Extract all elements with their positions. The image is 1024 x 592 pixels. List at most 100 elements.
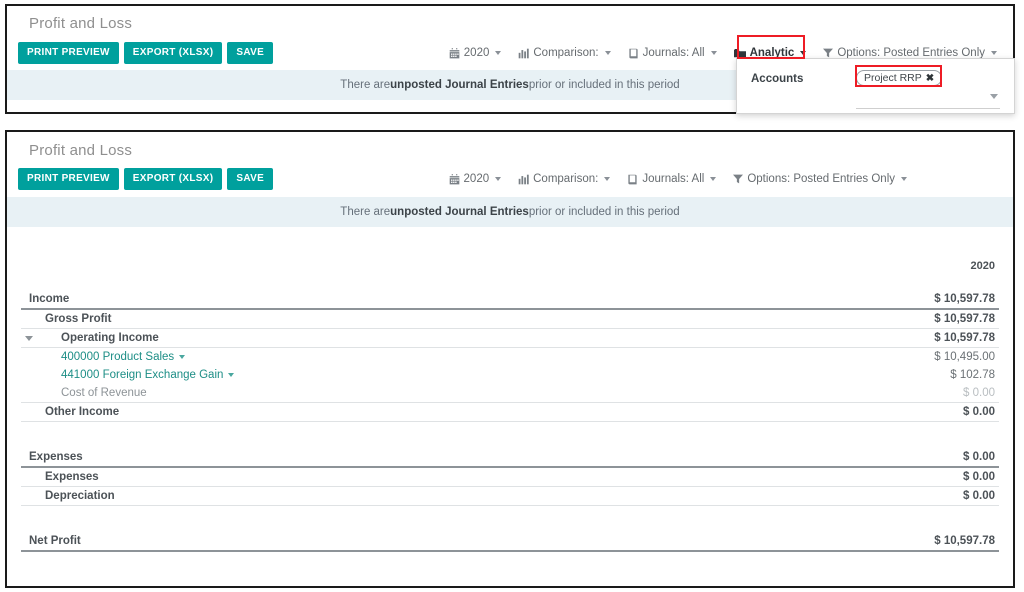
row-value: $ 10,597.78 bbox=[934, 535, 995, 547]
filter-options-label-bottom: Options: Posted Entries Only bbox=[747, 173, 895, 185]
filter-journals[interactable]: Journals: All bbox=[626, 46, 719, 60]
export-xlsx-button-bottom[interactable]: EXPORT (XLSX) bbox=[123, 168, 223, 190]
calendar-icon bbox=[449, 173, 460, 185]
book-icon bbox=[627, 174, 638, 185]
save-button-bottom[interactable]: SAVE bbox=[227, 168, 274, 190]
row-value: $ 10,597.78 bbox=[934, 332, 995, 344]
chevron-down-icon bbox=[495, 51, 502, 55]
chevron-down-icon bbox=[495, 177, 502, 181]
row-value: $ 0.00 bbox=[963, 406, 995, 418]
row-label: Other Income bbox=[45, 406, 120, 418]
analytic-accounts-field[interactable]: Project RRP ✖ bbox=[856, 70, 1000, 109]
row-value: $ 10,495.00 bbox=[934, 351, 995, 363]
chevron-down-icon bbox=[901, 177, 907, 181]
screenshot-stage: Profit and Loss PRINT PREVIEW EXPORT (XL… bbox=[0, 0, 1024, 592]
chevron-down-icon[interactable] bbox=[25, 336, 33, 341]
filter-date-label-bottom: 2020 bbox=[463, 173, 490, 185]
row-value: $ 102.78 bbox=[950, 369, 995, 381]
chevron-down-icon bbox=[991, 51, 997, 55]
book-icon bbox=[628, 48, 639, 59]
filter-comparison[interactable]: Comparison: bbox=[516, 46, 612, 60]
chevron-down-icon[interactable] bbox=[228, 373, 235, 377]
report-action-buttons: PRINT PREVIEW EXPORT (XLSX) SAVE bbox=[18, 42, 274, 64]
close-icon[interactable]: ✖ bbox=[926, 73, 934, 84]
table-row[interactable]: Operating Income $ 10,597.78 bbox=[21, 329, 999, 347]
report-panel-bottom: Profit and Loss PRINT PREVIEW EXPORT (XL… bbox=[5, 130, 1015, 588]
table-row[interactable]: 400000 Product Sales $ 10,495.00 bbox=[21, 348, 999, 366]
row-label: Expenses bbox=[29, 451, 83, 463]
banner-suffix: prior or included in this period bbox=[528, 79, 680, 91]
filter-comparison-bottom[interactable]: Comparison: bbox=[516, 172, 612, 186]
analytic-accounts-input[interactable] bbox=[856, 93, 1000, 109]
analytic-dropdown-panel[interactable]: Accounts Project RRP ✖ bbox=[736, 58, 1015, 114]
row-label: Gross Profit bbox=[45, 313, 112, 325]
analytic-account-tag-label: Project RRP bbox=[864, 72, 922, 84]
row-label: Expenses bbox=[45, 471, 99, 483]
page-title-bottom: Profit and Loss bbox=[29, 142, 133, 159]
filter-options-bottom[interactable]: Options: Posted Entries Only bbox=[731, 172, 909, 186]
chevron-down-icon bbox=[710, 177, 717, 181]
row-label: Net Profit bbox=[29, 535, 81, 547]
filter-comparison-label: Comparison: bbox=[533, 47, 599, 59]
table-row[interactable]: Cost of Revenue $ 0.00 bbox=[21, 384, 999, 402]
table-row[interactable]: Expenses $ 0.00 bbox=[21, 468, 999, 486]
save-button[interactable]: SAVE bbox=[227, 42, 274, 64]
funnel-icon bbox=[823, 48, 834, 58]
banner-suffix-bottom: prior or included in this period bbox=[528, 206, 680, 218]
filter-comparison-label-bottom: Comparison: bbox=[533, 173, 599, 185]
page-title: Profit and Loss bbox=[29, 15, 133, 32]
table-row[interactable]: 441000 Foreign Exchange Gain $ 102.78 bbox=[21, 366, 999, 384]
filter-date[interactable]: 2020 bbox=[447, 46, 504, 60]
divider bbox=[21, 550, 999, 552]
bar-chart-icon bbox=[518, 48, 530, 59]
analytic-account-tag[interactable]: Project RRP ✖ bbox=[856, 70, 943, 86]
banner-prefix-bottom: There are bbox=[340, 206, 391, 218]
export-xlsx-button[interactable]: EXPORT (XLSX) bbox=[123, 42, 223, 64]
chevron-down-icon bbox=[710, 51, 717, 55]
row-label: Depreciation bbox=[45, 490, 115, 502]
chevron-down-icon[interactable] bbox=[179, 355, 186, 359]
funnel-icon bbox=[733, 174, 744, 184]
profit-and-loss-table: 2020 Income $ 10,597.78 Gross Profit $ 1… bbox=[21, 260, 999, 552]
filter-date-bottom[interactable]: 2020 bbox=[447, 172, 504, 186]
table-row[interactable]: Depreciation $ 0.00 bbox=[21, 487, 999, 505]
chevron-down-icon bbox=[604, 177, 611, 181]
banner-prefix: There are bbox=[340, 79, 391, 91]
unposted-entries-banner-bottom: There are unposted Journal Entries prior… bbox=[7, 197, 1013, 227]
table-row[interactable]: Expenses $ 0.00 bbox=[21, 448, 999, 466]
bar-chart-icon bbox=[518, 174, 529, 185]
chevron-down-icon[interactable] bbox=[990, 94, 998, 99]
report-action-buttons-bottom: PRINT PREVIEW EXPORT (XLSX) SAVE bbox=[18, 168, 274, 190]
filter-date-label: 2020 bbox=[463, 47, 490, 59]
row-label-link[interactable]: 441000 Foreign Exchange Gain bbox=[61, 369, 223, 381]
table-row[interactable]: Net Profit $ 10,597.78 bbox=[21, 532, 999, 550]
row-value: $ 0.00 bbox=[963, 471, 995, 483]
row-value: $ 10,597.78 bbox=[934, 293, 995, 305]
calendar-icon bbox=[449, 47, 460, 59]
row-value: $ 0.00 bbox=[963, 451, 995, 463]
row-label: Income bbox=[29, 293, 70, 305]
filter-journals-bottom[interactable]: Journals: All bbox=[625, 172, 718, 186]
column-header-2020: 2020 bbox=[970, 260, 995, 272]
print-preview-button[interactable]: PRINT PREVIEW bbox=[18, 42, 119, 64]
print-preview-button-bottom[interactable]: PRINT PREVIEW bbox=[18, 168, 119, 190]
filter-bar-bottom: 2020 Comparison: Journals: All Options: … bbox=[447, 172, 909, 186]
filter-journals-label-bottom: Journals: All bbox=[642, 173, 705, 185]
row-value: $ 0.00 bbox=[963, 387, 995, 399]
table-row[interactable]: Other Income $ 0.00 bbox=[21, 403, 999, 421]
banner-bold-bottom: unposted Journal Entries bbox=[390, 206, 529, 218]
chevron-down-icon bbox=[604, 51, 611, 55]
row-value: $ 10,597.78 bbox=[934, 313, 995, 325]
banner-bold: unposted Journal Entries bbox=[390, 79, 529, 91]
table-row[interactable]: Gross Profit $ 10,597.78 bbox=[21, 310, 999, 328]
row-label: Operating Income bbox=[61, 332, 159, 344]
row-value: $ 0.00 bbox=[963, 490, 995, 502]
chevron-down-icon bbox=[800, 51, 807, 55]
analytic-accounts-label: Accounts bbox=[751, 73, 804, 85]
table-row[interactable]: Income $ 10,597.78 bbox=[21, 290, 999, 308]
filter-journals-label: Journals: All bbox=[642, 47, 705, 59]
row-label-link[interactable]: 400000 Product Sales bbox=[61, 351, 174, 363]
folder-icon bbox=[733, 48, 746, 59]
